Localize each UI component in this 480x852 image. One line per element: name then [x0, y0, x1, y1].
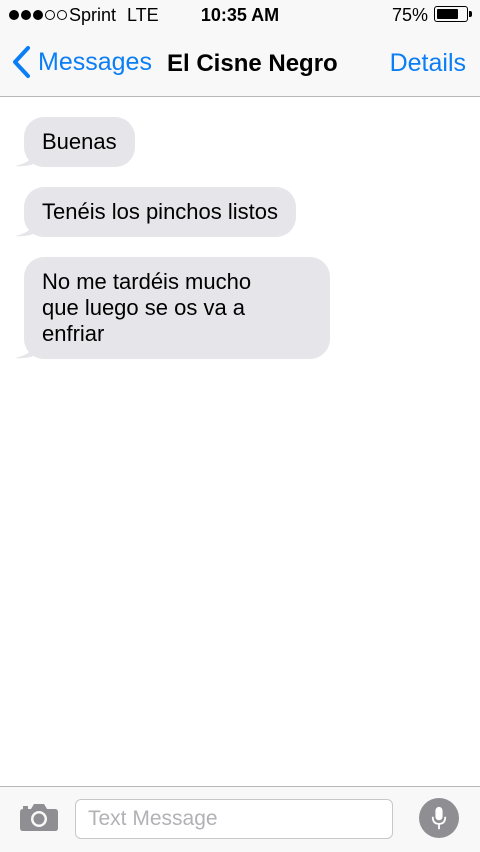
bubble-tail	[15, 337, 39, 359]
microphone-button[interactable]	[419, 798, 459, 838]
battery-icon	[434, 6, 468, 22]
message-thread[interactable]: Buenas Tenéis los pinchos listos No me t…	[0, 97, 480, 787]
message-text: Buenas	[42, 129, 117, 154]
message-text-line: enfriar	[42, 321, 105, 346]
message-text-line: No me tardéis mucho	[42, 269, 252, 294]
navigation-bar: Messages El Cisne Negro Details	[0, 30, 480, 97]
text-message-input[interactable]	[75, 799, 393, 839]
back-button-label: Messages	[38, 47, 152, 76]
status-bar: Sprint LTE 10:35 AM 75%	[0, 0, 480, 30]
chevron-left-icon	[13, 46, 30, 78]
message-composer	[0, 786, 480, 852]
back-button[interactable]: Messages	[10, 44, 152, 80]
message-text: Tenéis los pinchos listos	[42, 199, 279, 224]
bubble-tail	[15, 145, 39, 167]
camera-button[interactable]	[19, 801, 59, 833]
microphone-icon	[431, 806, 447, 829]
details-button[interactable]: Details	[390, 49, 466, 78]
incoming-message-bubble[interactable]: Buenas	[15, 117, 135, 167]
bubble-tail	[15, 215, 39, 237]
incoming-message-bubble[interactable]: No me tardéis mucho que luego se os va a…	[15, 257, 330, 359]
conversation-title: El Cisne Negro	[167, 50, 338, 77]
incoming-message-bubble[interactable]: Tenéis los pinchos listos	[15, 187, 297, 237]
battery-cap	[469, 11, 472, 17]
battery-percentage: 75%	[391, 5, 428, 25]
battery-level	[437, 9, 458, 19]
camera-icon	[20, 804, 58, 831]
message-text-line: que luego se os va a	[42, 295, 246, 320]
